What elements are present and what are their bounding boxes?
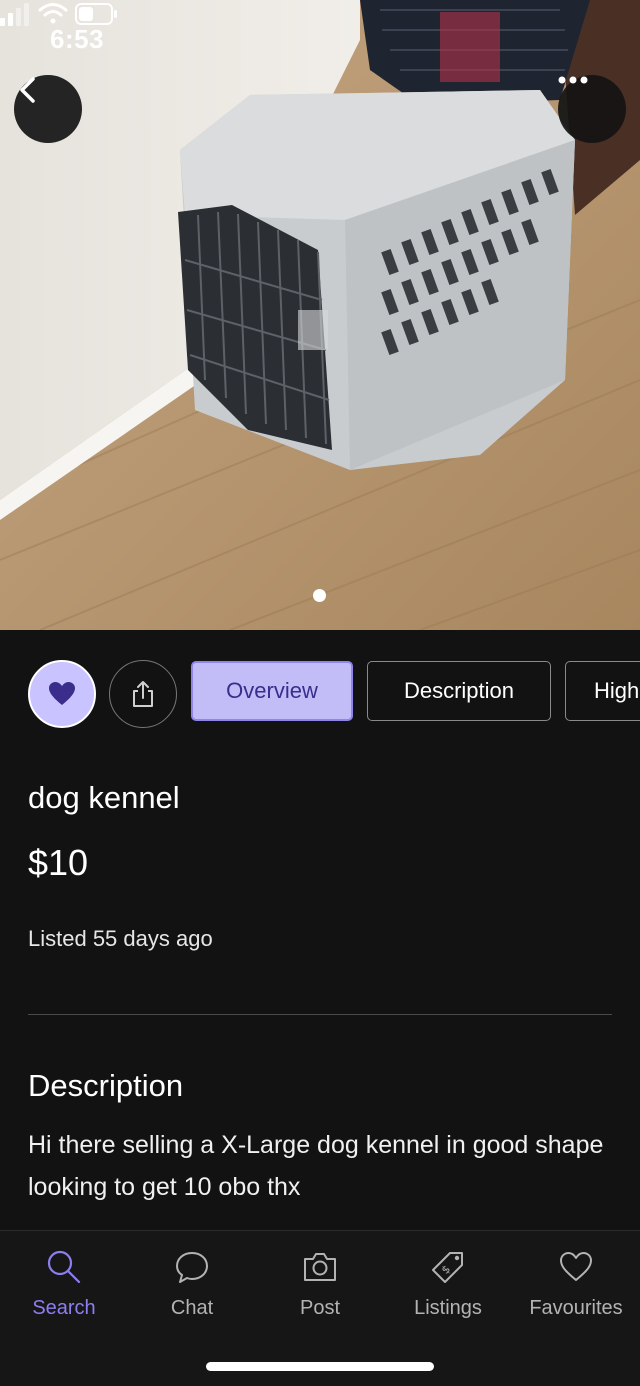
camera-icon — [304, 1253, 336, 1281]
search-icon — [47, 1250, 81, 1284]
divider — [28, 1014, 612, 1015]
action-row: Overview Description High — [0, 660, 640, 728]
tab-favourites[interactable]: Favourites — [512, 1249, 640, 1329]
cellular-signal-icon — [0, 3, 29, 26]
tab-search[interactable]: Search — [0, 1249, 128, 1329]
tab-description[interactable]: Description — [367, 661, 551, 721]
status-icons — [0, 3, 117, 26]
listed-date: Listed 55 days ago — [28, 926, 213, 951]
favourite-button[interactable] — [28, 660, 96, 728]
chat-bubble-icon — [176, 1252, 208, 1283]
wifi-icon — [38, 3, 68, 24]
listing-title: dog kennel — [28, 780, 180, 815]
status-bar: 6:53 — [0, 0, 640, 80]
status-time: 6:53 — [50, 24, 105, 54]
photo-page-indicator — [313, 589, 326, 602]
tab-search-label: Search — [32, 1297, 96, 1319]
chevron-left-icon — [20, 77, 35, 103]
listing-price: $10 — [28, 842, 89, 883]
tab-listings-label: Listings — [414, 1297, 482, 1319]
heart-icon — [560, 1252, 592, 1281]
description-body: Hi there selling a X-Large dog kennel in… — [28, 1131, 604, 1201]
price-tag-icon: $ — [432, 1252, 463, 1283]
heart-icon — [49, 682, 75, 705]
tab-chat[interactable]: Chat — [128, 1249, 256, 1329]
more-options-button[interactable] — [558, 75, 626, 143]
tab-listings[interactable]: $ Listings — [384, 1249, 512, 1329]
tab-post-label: Post — [299, 1297, 341, 1319]
share-icon — [133, 681, 153, 707]
kennel-photo-illustration — [0, 0, 640, 630]
tab-post[interactable]: Post — [256, 1249, 384, 1329]
tab-chat-label: Chat — [170, 1297, 214, 1319]
battery-icon — [75, 3, 117, 25]
listing-detail-screen: 6:53 Overview Description High dog kenne… — [0, 0, 640, 1386]
share-button[interactable] — [109, 660, 177, 728]
back-button[interactable] — [14, 75, 82, 143]
listing-photo[interactable]: 6:53 — [0, 0, 640, 630]
tab-highlights[interactable]: High — [565, 661, 640, 721]
description-heading: Description — [28, 1068, 184, 1103]
tab-favourites-label: Favourites — [529, 1297, 623, 1319]
tab-overview[interactable]: Overview — [191, 661, 353, 721]
home-indicator[interactable] — [206, 1362, 434, 1371]
ellipsis-icon — [558, 76, 588, 84]
